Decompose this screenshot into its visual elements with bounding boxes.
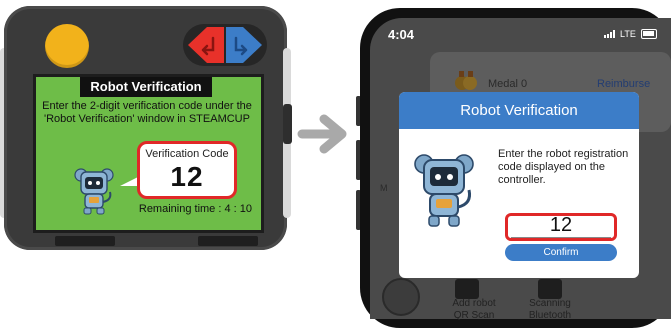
controller-foot-left (55, 236, 115, 246)
confirm-button[interactable]: Confirm (505, 244, 617, 261)
controller-arrow-buttons (183, 24, 267, 66)
controller-right-button[interactable] (226, 27, 262, 63)
scanning-label[interactable]: Scanning Bluetooth (510, 298, 590, 322)
qr-scan-icon[interactable] (455, 279, 479, 299)
battery-level (643, 31, 654, 36)
verification-code-value: 12 (170, 161, 204, 192)
medal-count: Medal 0 (488, 78, 528, 90)
robot-mascot-icon (414, 154, 474, 227)
controller-left-button[interactable] (188, 27, 224, 63)
medal-icon (455, 71, 477, 90)
partial-label: M (380, 183, 388, 193)
bluetooth-scan-icon[interactable] (538, 279, 562, 299)
controller-foot-right (198, 236, 258, 246)
verification-code-label: Verification Code (145, 148, 229, 160)
controller-side-port (283, 104, 292, 144)
network-label: LTE (620, 29, 636, 39)
dialog-message: Enter the robot registration code displa… (498, 148, 629, 186)
scanning-line1: Scanning (529, 298, 571, 309)
code-input-underline (511, 237, 611, 238)
status-time: 4:04 (388, 27, 415, 42)
remaining-time: Remaining time : 4 : 10 (138, 203, 252, 215)
registration-code-input[interactable]: 12 (509, 214, 613, 237)
add-robot-line2: QR Scan (453, 310, 495, 321)
arrow-right-icon (297, 114, 347, 154)
add-robot-label[interactable]: Add robot QR Scan (434, 298, 514, 322)
profile-circle[interactable] (382, 278, 420, 316)
scanning-line2: Bluetooth (528, 310, 572, 321)
reimburse-link[interactable]: Reimburse (597, 78, 650, 90)
controller-screen-title: Robot Verification (80, 77, 212, 97)
dialog-title: Robot Verification (399, 92, 639, 129)
add-robot-line1: Add robot (452, 298, 496, 309)
controller-instruction-text: Enter the 2-digit verification code unde… (42, 100, 252, 125)
controller-yellow-button[interactable] (45, 24, 89, 68)
signal-icon (604, 30, 615, 38)
robot-mascot-icon (74, 168, 114, 215)
